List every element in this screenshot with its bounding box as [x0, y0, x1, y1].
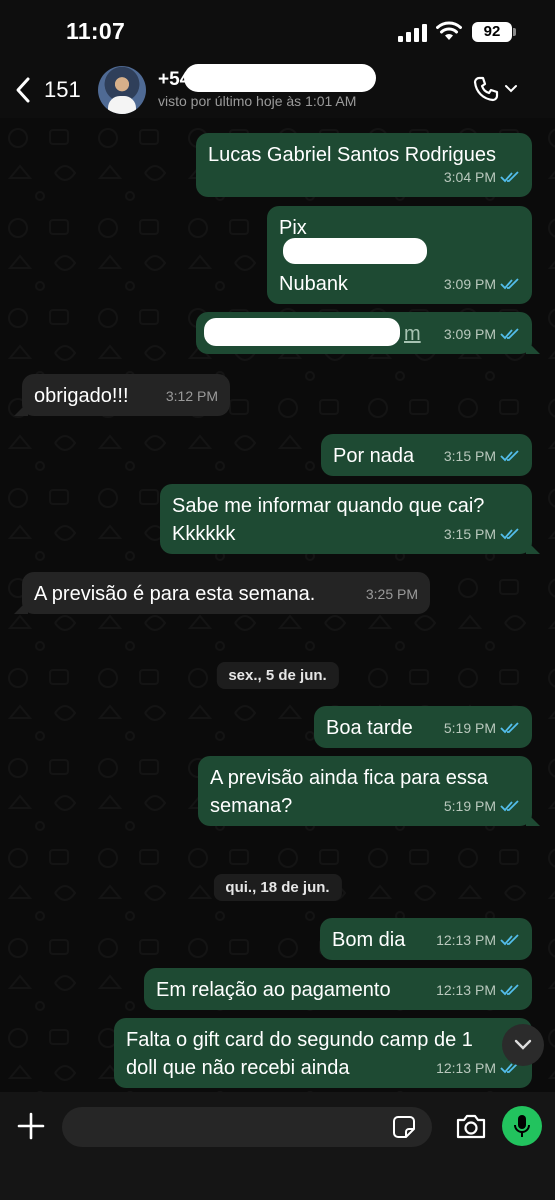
redaction-mark — [184, 64, 376, 92]
message-meta: 5:19 PM — [444, 714, 520, 742]
message-bubble-incoming[interactable]: obrigado!!! 3:12 PM — [22, 374, 230, 416]
back-button[interactable]: 151 — [14, 74, 81, 106]
message-meta: 5:19 PM — [444, 792, 520, 820]
message-time: 5:19 PM — [443, 720, 496, 736]
contact-avatar[interactable] — [98, 66, 146, 114]
unread-count: 151 — [44, 77, 81, 102]
message-time: 3:15 PM — [443, 448, 496, 464]
message-bubble-outgoing[interactable]: Pix Nubank 3:09 PM — [267, 206, 532, 304]
double-check-icon — [500, 328, 519, 340]
phone-icon — [473, 76, 499, 102]
message-bubble-outgoing[interactable]: Por nada 3:15 PM — [321, 434, 532, 476]
sticker-icon[interactable] — [392, 1115, 416, 1139]
message-time: 3:15 PM — [443, 526, 496, 542]
scroll-to-bottom-button[interactable] — [502, 1024, 544, 1066]
redaction-mark — [283, 238, 427, 264]
message-time: 3:09 PM — [443, 326, 496, 342]
double-check-icon — [500, 278, 519, 290]
date-separator: qui., 18 de jun. — [213, 874, 342, 901]
message-time: 3:25 PM — [365, 586, 418, 602]
message-time: 5:19 PM — [443, 798, 496, 814]
cellular-signal-icon — [398, 24, 427, 42]
message-meta: 3:09 PM — [444, 270, 520, 298]
status-bar: 11:07 92 — [0, 0, 555, 60]
mic-icon — [514, 1115, 530, 1137]
message-bubble-outgoing[interactable]: A previsão ainda fica para essa semana? … — [198, 756, 532, 826]
message-time: 12:13 PM — [436, 982, 496, 998]
message-bubble-outgoing[interactable]: Em relação ao pagamento 12:13 PM — [144, 968, 532, 1010]
message-time: 3:12 PM — [165, 388, 218, 404]
chevron-down-icon — [505, 85, 517, 93]
message-meta: 12:13 PM — [436, 976, 520, 1004]
double-check-icon — [500, 934, 519, 946]
message-bubble-outgoing[interactable]: Sabe me informar quando que cai? Kkkkkk … — [160, 484, 532, 554]
message-text: A previsão é para esta semana. — [34, 583, 316, 605]
clock: 11:07 — [66, 18, 126, 44]
double-check-icon — [500, 528, 519, 540]
message-meta: 3:15 PM — [444, 520, 520, 548]
double-check-icon — [500, 800, 519, 812]
message-bubble-outgoing[interactable]: m 3:09 PM — [196, 312, 532, 354]
message-meta: 3:09 PM — [444, 320, 520, 348]
message-bubble-outgoing[interactable]: Boa tarde 5:19 PM — [314, 706, 532, 748]
message-bubble-outgoing[interactable]: Bom dia 12:13 PM — [320, 918, 532, 960]
message-meta: 3:12 PM — [166, 382, 218, 410]
back-chevron-icon — [16, 77, 30, 103]
double-check-icon — [500, 450, 519, 462]
call-button[interactable] — [472, 74, 520, 104]
message-time: 12:13 PM — [436, 932, 496, 948]
last-seen-status: visto por último hoje às 1:01 AM — [158, 93, 357, 109]
message-bubble-outgoing[interactable]: Falta o gift card do segundo camp de 1 d… — [114, 1018, 532, 1088]
camera-icon[interactable] — [455, 1112, 487, 1140]
message-meta: 3:04 PM — [444, 163, 520, 191]
battery-indicator: 92 — [472, 22, 516, 42]
double-check-icon — [500, 984, 519, 996]
message-composer — [0, 1092, 555, 1200]
message-input[interactable] — [62, 1107, 432, 1147]
arrow-down-icon — [514, 1039, 532, 1050]
message-meta: 3:15 PM — [444, 442, 520, 470]
message-bubble-outgoing[interactable]: Lucas Gabriel Santos Rodrigues 3:04 PM — [196, 133, 532, 197]
chat-area[interactable]: Lucas Gabriel Santos Rodrigues 3:04 PM P… — [0, 118, 555, 1092]
date-separator: sex., 5 de jun. — [216, 662, 339, 689]
wifi-icon — [436, 21, 462, 40]
double-check-icon — [500, 722, 519, 734]
message-time: 12:13 PM — [436, 1060, 496, 1076]
message-meta: 3:25 PM — [366, 580, 418, 608]
double-check-icon — [500, 171, 519, 183]
message-bubble-incoming[interactable]: A previsão é para esta semana. 3:25 PM — [22, 572, 430, 614]
message-meta: 12:13 PM — [436, 926, 520, 954]
chat-header: 151 +54 visto por último hoje às 1:01 AM — [0, 60, 555, 118]
message-time: 3:09 PM — [443, 276, 496, 292]
plus-icon[interactable] — [16, 1111, 46, 1141]
message-time: 3:04 PM — [443, 169, 496, 185]
redaction-mark — [204, 318, 400, 346]
voice-message-button[interactable] — [502, 1106, 542, 1146]
